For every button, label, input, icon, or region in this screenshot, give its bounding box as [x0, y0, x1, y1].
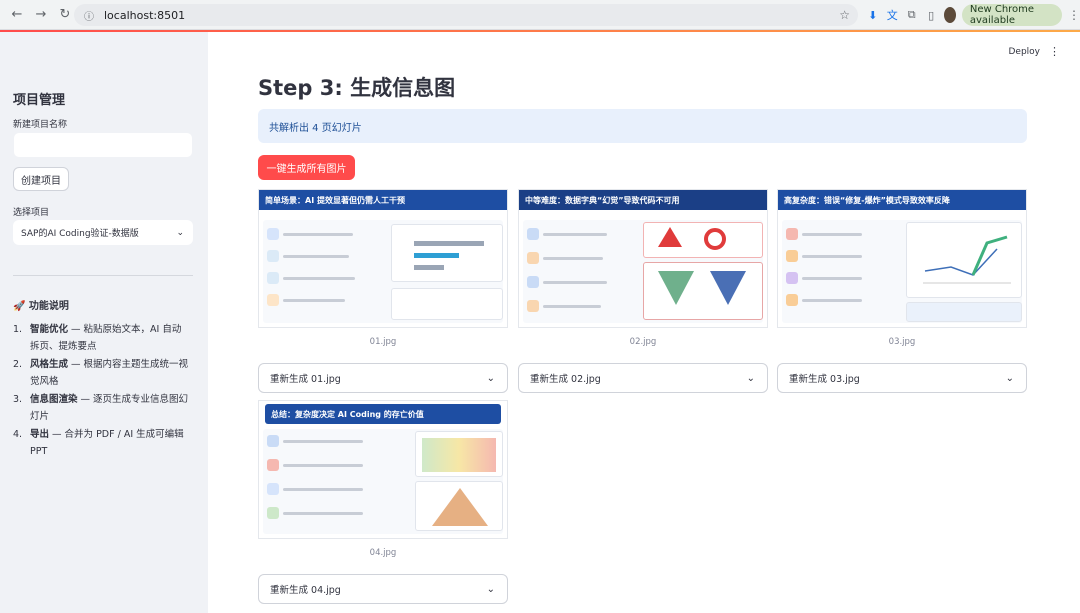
profile-avatar[interactable]	[943, 7, 956, 23]
slide-caption: 01.jpg	[369, 337, 397, 347]
slide-image[interactable]: 中等难度：数据字典“幻觉”导致代码不可用	[518, 189, 768, 328]
forward-icon[interactable]: →	[30, 4, 52, 26]
address-bar[interactable]: ⓘ localhost:8501 ☆	[74, 4, 858, 26]
page-title: Step 3: 生成信息图	[258, 76, 456, 100]
site-info-icon[interactable]: ⓘ	[82, 8, 96, 23]
sidepanel-icon[interactable]: ▯	[924, 6, 937, 24]
feature-number: 3.	[13, 394, 23, 405]
slide-image[interactable]: 总结：复杂度决定 AI Coding 的存亡价值	[258, 400, 508, 539]
chevron-down-icon: ⌄	[1005, 372, 1014, 384]
chevron-down-icon: ⌄	[176, 227, 184, 238]
create-project-button[interactable]: 创建项目	[13, 167, 69, 191]
regenerate-select[interactable]: 重新生成 04.jpg ⌄	[258, 574, 508, 604]
slide-body	[263, 220, 503, 323]
slide-heading: 高复杂度：错误“修复-爆炸”模式导致效率反降	[778, 190, 1026, 210]
slide-heading: 中等难度：数据字典“幻觉”导致代码不可用	[519, 190, 767, 210]
feature-name: 风格生成	[30, 359, 69, 370]
deploy-button[interactable]: Deploy	[1008, 47, 1040, 57]
extensions-puzzle-icon[interactable]: ⧉	[905, 6, 918, 24]
trend-chart-panel	[906, 222, 1022, 298]
reload-icon[interactable]: ↻	[54, 4, 76, 26]
slide-caption: 04.jpg	[369, 548, 397, 558]
regenerate-select[interactable]: 重新生成 03.jpg ⌄	[777, 363, 1027, 393]
chevron-down-icon: ⌄	[486, 372, 495, 384]
divider	[13, 275, 193, 276]
slide-caption: 03.jpg	[888, 337, 916, 347]
note-panel	[391, 288, 503, 320]
slide-card: 中等难度：数据字典“幻觉”导致代码不可用 02.jpg 重新生成 02.jpg …	[518, 189, 768, 393]
url-text: localhost:8501	[104, 8, 186, 22]
feature-name: 信息图渲染	[30, 394, 78, 405]
funnel-panel	[643, 262, 763, 320]
regenerate-select[interactable]: 重新生成 02.jpg ⌄	[518, 363, 768, 393]
select-project-label: 选择项目	[13, 208, 50, 218]
regenerate-label: 重新生成 01.jpg	[270, 374, 341, 385]
feature-item: 1. 智能优化 — 粘贴原始文本，AI 自动拆页、提炼要点	[13, 321, 189, 355]
slide-body	[782, 220, 1022, 323]
main-content: Deploy ⋮ Step 3: 生成信息图 共解析出 4 页幻灯片 一键生成所…	[208, 32, 1080, 613]
slide-image[interactable]: 简单场景：AI 提效显著但仍需人工干预	[258, 189, 508, 328]
feature-item: 3. 信息图渲染 — 逐页生成专业信息图幻灯片	[13, 391, 189, 425]
chrome-menu-icon[interactable]: ⋮	[1068, 8, 1080, 22]
main-menu-icon[interactable]: ⋮	[1049, 45, 1060, 58]
feature-item: 4. 导出 — 合并为 PDF / AI 生成可编辑 PPT	[13, 426, 189, 460]
feature-number: 1.	[13, 324, 23, 335]
slide-heading: 简单场景：AI 提效显著但仍需人工干预	[259, 190, 507, 210]
update-chrome-button[interactable]: New Chrome available	[961, 4, 1063, 26]
back-icon[interactable]: ←	[6, 4, 28, 26]
project-select[interactable]: SAP的AI Coding验证-数据版 ⌄	[13, 220, 193, 245]
trend-chart	[923, 235, 1011, 284]
pyramid-panel	[415, 481, 503, 531]
regenerate-label: 重新生成 02.jpg	[530, 374, 601, 385]
new-project-input[interactable]	[13, 132, 193, 158]
feature-name: 智能优化	[30, 324, 69, 335]
feature-number: 4.	[13, 429, 23, 440]
slide-heading: 总结：复杂度决定 AI Coding 的存亡价值	[265, 404, 501, 424]
feature-number: 2.	[13, 359, 23, 370]
chart-panel	[391, 224, 503, 282]
feature-name: 导出	[30, 429, 50, 440]
slide-card: 简单场景：AI 提效显著但仍需人工干预 01.jpg 重新生成 01.jpg ⌄	[258, 189, 508, 393]
slide-body	[263, 429, 503, 534]
sidebar: 项目管理 新建项目名称 创建项目 选择项目 SAP的AI Coding验证-数据…	[0, 32, 208, 613]
slide-card: 高复杂度：错误“修复-爆炸”模式导致效率反降 03.jpg 重新生成 03.jp…	[777, 189, 1027, 393]
new-project-label: 新建项目名称	[13, 120, 68, 130]
chevron-down-icon: ⌄	[746, 372, 755, 384]
warning-panel	[643, 222, 763, 258]
features-title: 🚀 功能说明	[13, 301, 69, 312]
slide-card: 总结：复杂度决定 AI Coding 的存亡价值 04.jpg 重新生成 04.…	[258, 400, 508, 604]
extension-icon[interactable]: ⬇	[866, 6, 879, 24]
info-alert: 共解析出 4 页幻灯片	[258, 109, 1027, 143]
bookmark-star-icon[interactable]: ☆	[839, 8, 850, 22]
feature-item: 2. 风格生成 — 根据内容主题生成统一视觉风格	[13, 356, 189, 390]
summary-panel	[906, 302, 1022, 322]
slide-caption: 02.jpg	[629, 337, 657, 347]
chevron-down-icon: ⌄	[486, 583, 495, 595]
gradient-chart-panel	[415, 431, 503, 477]
generate-all-button[interactable]: 一键生成所有图片	[258, 155, 355, 180]
feature-desc: — 合并为 PDF / AI 生成可编辑 PPT	[30, 429, 184, 457]
slide-body	[523, 220, 763, 323]
regenerate-label: 重新生成 04.jpg	[270, 585, 341, 596]
project-select-value: SAP的AI Coding验证-数据版	[21, 229, 139, 239]
translate-icon[interactable]: 文	[885, 6, 898, 24]
browser-toolbar: ← → ↻ ⓘ localhost:8501 ☆ ⬇ 文 ⧉ ▯ New Chr…	[0, 0, 1080, 30]
regenerate-select[interactable]: 重新生成 01.jpg ⌄	[258, 363, 508, 393]
features-list: 1. 智能优化 — 粘贴原始文本，AI 自动拆页、提炼要点 2. 风格生成 — …	[13, 321, 189, 461]
sidebar-title: 项目管理	[13, 93, 66, 108]
slide-image[interactable]: 高复杂度：错误“修复-爆炸”模式导致效率反降	[777, 189, 1027, 328]
regenerate-label: 重新生成 03.jpg	[789, 374, 860, 385]
